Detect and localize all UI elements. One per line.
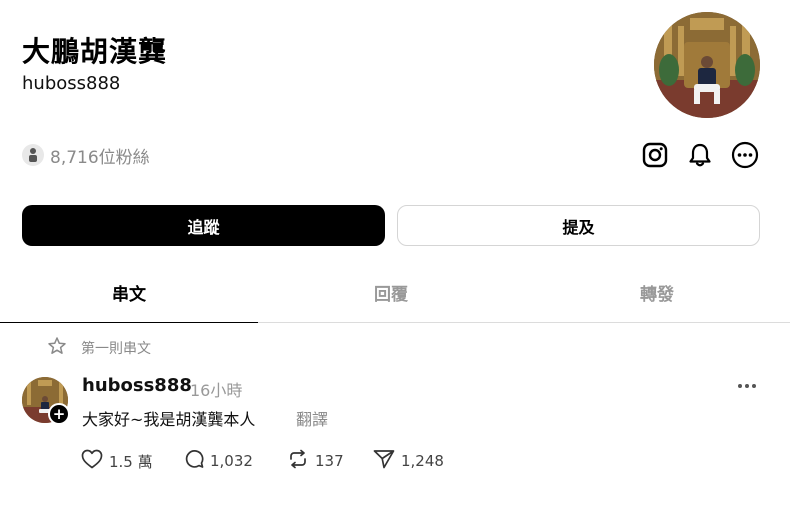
share-icon	[373, 449, 395, 473]
comment-icon	[184, 449, 204, 473]
username: huboss888	[22, 73, 121, 94]
comment-button[interactable]: 1,032	[184, 450, 253, 472]
instagram-icon[interactable]	[641, 141, 669, 169]
repost-button[interactable]: 137	[287, 449, 344, 473]
translate-link[interactable]: 翻譯	[296, 406, 328, 430]
comment-count: 1,032	[210, 452, 253, 470]
tab-replies[interactable]: 回覆	[258, 280, 524, 305]
tab-reposts[interactable]: 轉發	[524, 280, 790, 305]
followers-count[interactable]: 8,716位粉絲	[50, 143, 150, 168]
like-count: 1.5 萬	[109, 452, 153, 471]
repost-icon	[287, 449, 309, 473]
post-text: 大家好~我是胡漢龔本人	[82, 410, 256, 429]
follower-avatar-icon	[22, 144, 44, 166]
heart-icon	[81, 449, 103, 473]
active-tab-indicator	[0, 322, 258, 323]
profile-avatar[interactable]	[654, 12, 760, 118]
star-icon	[47, 336, 67, 360]
repost-count: 137	[315, 452, 344, 470]
share-button[interactable]: 1,248	[373, 450, 444, 472]
follow-plus-icon[interactable]: +	[48, 403, 70, 425]
mention-button[interactable]: 提及	[397, 205, 760, 246]
post-author[interactable]: huboss888	[82, 375, 192, 396]
bell-icon[interactable]	[686, 141, 714, 169]
follow-button[interactable]: 追蹤	[22, 205, 385, 246]
post-more-icon[interactable]	[736, 376, 758, 396]
display-name: 大鵬胡漢龔	[22, 35, 168, 68]
more-options-icon[interactable]	[731, 141, 759, 169]
pinned-label: 第一則串文	[81, 341, 151, 357]
like-button[interactable]: 1.5 萬	[81, 449, 153, 473]
tab-posts[interactable]: 串文	[0, 280, 258, 305]
post-timestamp: 16小時	[190, 381, 243, 400]
share-count: 1,248	[401, 452, 444, 470]
